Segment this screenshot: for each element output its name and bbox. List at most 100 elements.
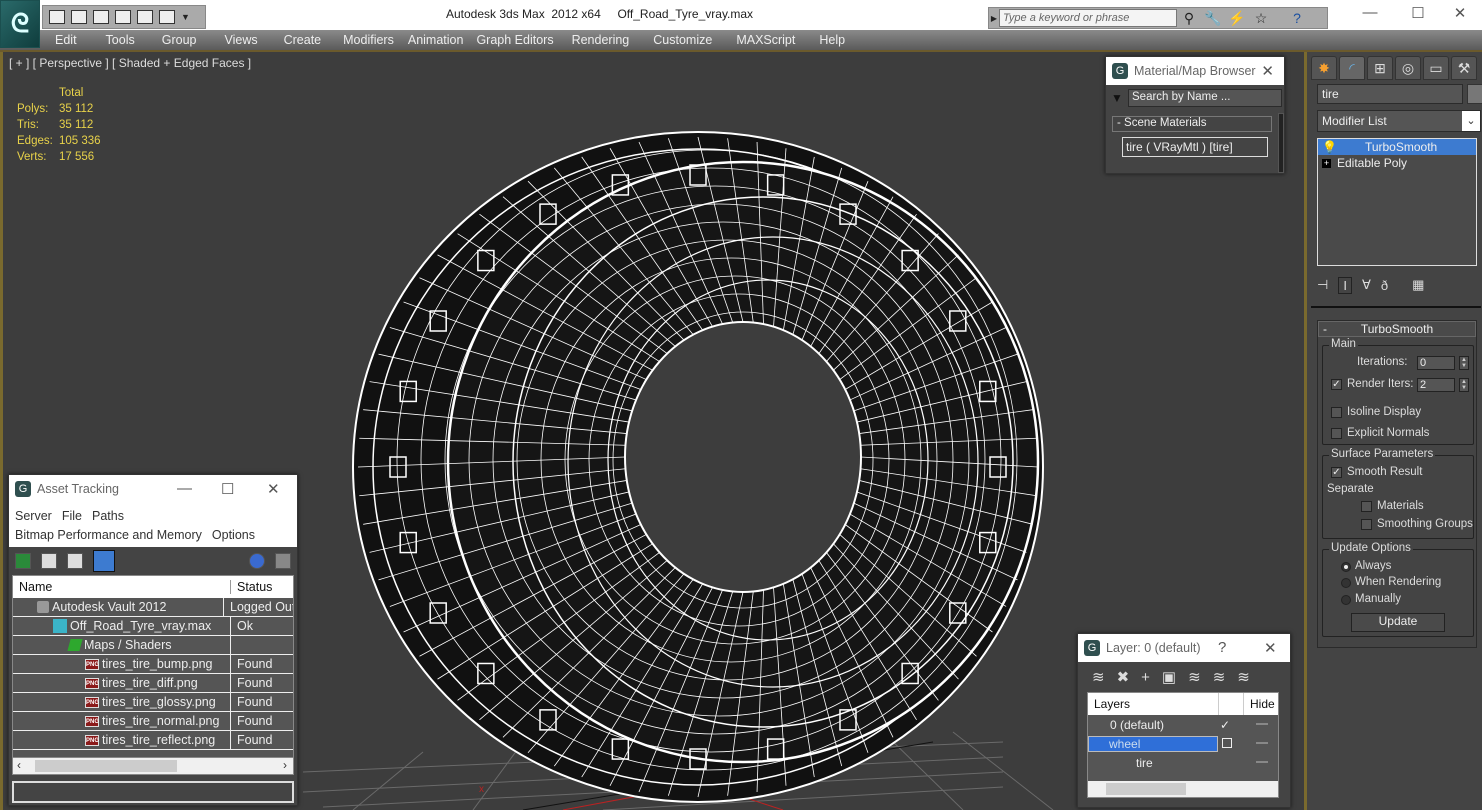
star-icon[interactable]: ☆ xyxy=(1249,10,1273,27)
pin-stack-icon[interactable]: ⊣ xyxy=(1317,277,1328,293)
asset-row[interactable]: PNG tires_tire_diff.png Found xyxy=(13,673,293,693)
current-layer-check-icon[interactable]: ✓ xyxy=(1220,718,1230,732)
menu-customize[interactable]: Customize xyxy=(653,30,712,50)
table-view-icon[interactable] xyxy=(93,550,115,572)
hide-all-icon[interactable]: ≋ xyxy=(1213,668,1226,686)
material-item[interactable]: tire ( VRayMtl ) [tire] xyxy=(1122,137,1268,157)
object-color-swatch[interactable] xyxy=(1467,84,1482,104)
stack-item-turbosmooth[interactable]: 💡 TurboSmooth xyxy=(1318,139,1476,155)
create-tab-icon[interactable]: ✸ xyxy=(1311,56,1337,80)
close-icon[interactable]: ✕ xyxy=(1264,639,1277,657)
create-layer-icon[interactable]: ≋ xyxy=(1092,668,1105,686)
menu-tools[interactable]: Tools xyxy=(106,30,135,50)
rollout-header[interactable]: - TurboSmooth xyxy=(1318,321,1476,337)
material-browser-titlebar[interactable]: G Material/Map Browser ✕ xyxy=(1106,57,1284,85)
manually-radio[interactable] xyxy=(1341,595,1351,605)
isoline-display-checkbox[interactable] xyxy=(1331,407,1342,418)
asset-row[interactable]: Maps / Shaders xyxy=(13,635,293,655)
hold-icon[interactable] xyxy=(159,10,175,24)
asset-row[interactable]: PNG tires_tire_normal.png Found xyxy=(13,711,293,731)
freeze-all-icon[interactable]: ≋ xyxy=(1237,668,1250,686)
save-icon[interactable] xyxy=(71,10,87,24)
maximize-button[interactable]: ☐ xyxy=(1398,4,1438,24)
highlight-layer-icon[interactable]: ≋ xyxy=(1188,668,1201,686)
menu-file[interactable]: File xyxy=(62,509,82,523)
help-icon[interactable] xyxy=(275,553,291,569)
menu-create[interactable]: Create xyxy=(284,30,322,50)
configure-sets-icon[interactable]: ▦ xyxy=(1412,277,1424,293)
make-current-checkbox[interactable] xyxy=(1222,738,1232,748)
asset-row[interactable]: PNG tires_tire_bump.png Found xyxy=(13,654,293,674)
menu-rendering[interactable]: Rendering xyxy=(572,30,630,50)
help-icon[interactable]: ? xyxy=(1285,10,1309,26)
project-folder-icon[interactable] xyxy=(115,10,131,24)
asset-tracking-titlebar[interactable]: G Asset Tracking — ☐ ✕ xyxy=(9,475,297,503)
column-layers[interactable]: Layers xyxy=(1088,697,1218,711)
menu-bitmap-performance[interactable]: Bitmap Performance and Memory xyxy=(15,528,202,542)
asset-row[interactable]: PNG tires_tire_reflect.png Found xyxy=(13,730,293,750)
expand-arrow-icon[interactable]: ▶ xyxy=(989,14,999,23)
application-menu-button[interactable]: ᘓ xyxy=(0,0,40,48)
close-icon[interactable]: ✕ xyxy=(267,480,280,498)
menu-server[interactable]: Server xyxy=(15,509,52,523)
column-hide[interactable]: Hide xyxy=(1244,697,1275,711)
close-button[interactable]: ✕ xyxy=(1440,4,1480,24)
show-end-result-icon[interactable]: I xyxy=(1338,276,1352,294)
vault-help-icon[interactable] xyxy=(249,553,265,569)
smoothing-groups-checkbox[interactable] xyxy=(1361,519,1372,530)
layer-row[interactable]: 0 (default) ✓ xyxy=(1088,715,1278,734)
layer-manager-titlebar[interactable]: G Layer: 0 (default) ? ✕ xyxy=(1078,634,1290,662)
select-objects-icon[interactable]: ▣ xyxy=(1162,668,1176,686)
filter-dropdown-icon[interactable]: ▼ xyxy=(1111,91,1123,105)
key-icon[interactable]: 🔧 xyxy=(1201,10,1225,27)
menu-graph-editors[interactable]: Graph Editors xyxy=(476,30,553,50)
object-name-input[interactable]: tire xyxy=(1317,84,1463,104)
layer-row-selected[interactable]: wheel xyxy=(1088,734,1278,753)
list-view-icon[interactable] xyxy=(41,553,57,569)
materials-checkbox[interactable] xyxy=(1361,501,1372,512)
redo-icon[interactable] xyxy=(137,10,153,24)
column-status[interactable]: Status xyxy=(231,580,272,594)
scene-materials-group[interactable]: - Scene Materials xyxy=(1112,116,1272,132)
undo-icon[interactable] xyxy=(93,10,109,24)
keyword-search-input[interactable]: Type a keyword or phrase xyxy=(999,9,1177,27)
modify-tab-icon[interactable]: ◜ xyxy=(1339,56,1365,80)
minimize-icon[interactable]: — xyxy=(177,480,192,497)
help-button[interactable]: ? xyxy=(1218,639,1226,656)
utilities-tab-icon[interactable]: ⚒ xyxy=(1451,56,1477,80)
menu-animation[interactable]: Animation xyxy=(408,30,464,50)
hide-toggle[interactable] xyxy=(1256,742,1268,744)
open-file-icon[interactable] xyxy=(49,10,65,24)
smooth-result-checkbox[interactable]: ✓ xyxy=(1331,467,1342,478)
hide-toggle[interactable] xyxy=(1256,723,1268,725)
always-radio[interactable] xyxy=(1341,562,1351,572)
material-search-input[interactable]: Search by Name ... xyxy=(1128,89,1282,107)
binoculars-icon[interactable]: ⚲ xyxy=(1177,10,1201,27)
menu-group[interactable]: Group xyxy=(162,30,197,50)
layer-row[interactable]: tire xyxy=(1088,753,1278,772)
maximize-icon[interactable]: ☐ xyxy=(221,480,234,498)
spinner-arrows-icon[interactable]: ▲ ▼ xyxy=(1459,378,1469,392)
customize-dropdown-icon[interactable]: ▼ xyxy=(181,12,190,22)
make-unique-icon[interactable]: ∀ xyxy=(1362,277,1371,293)
menu-edit[interactable]: Edit xyxy=(55,30,77,50)
satellite-icon[interactable]: ⚡ xyxy=(1225,10,1249,27)
tree-view-icon[interactable] xyxy=(67,553,83,569)
iterations-spinner[interactable]: 0 xyxy=(1417,356,1455,370)
modifier-list-dropdown[interactable]: Modifier List ⌄ xyxy=(1317,110,1481,132)
lightbulb-icon[interactable]: 💡 xyxy=(1322,140,1337,154)
hide-toggle[interactable] xyxy=(1256,761,1268,763)
horizontal-scrollbar[interactable] xyxy=(1088,781,1278,797)
delete-layer-icon[interactable]: ✖ xyxy=(1117,668,1130,686)
when-rendering-radio[interactable] xyxy=(1341,578,1351,588)
horizontal-scrollbar[interactable]: ‹ › xyxy=(12,757,294,775)
minimize-button[interactable]: — xyxy=(1350,4,1390,24)
menu-views[interactable]: Views xyxy=(224,30,257,50)
close-icon[interactable]: ✕ xyxy=(1261,62,1274,80)
menu-modifiers[interactable]: Modifiers xyxy=(343,30,394,50)
stack-item-editable-poly[interactable]: + Editable Poly xyxy=(1318,155,1476,171)
asset-row[interactable]: PNG tires_tire_glossy.png Found xyxy=(13,692,293,712)
render-iters-checkbox[interactable]: ✓ xyxy=(1331,379,1342,390)
asset-row[interactable]: Off_Road_Tyre_vray.max Ok xyxy=(13,616,293,636)
spinner-arrows-icon[interactable]: ▲ ▼ xyxy=(1459,356,1469,370)
